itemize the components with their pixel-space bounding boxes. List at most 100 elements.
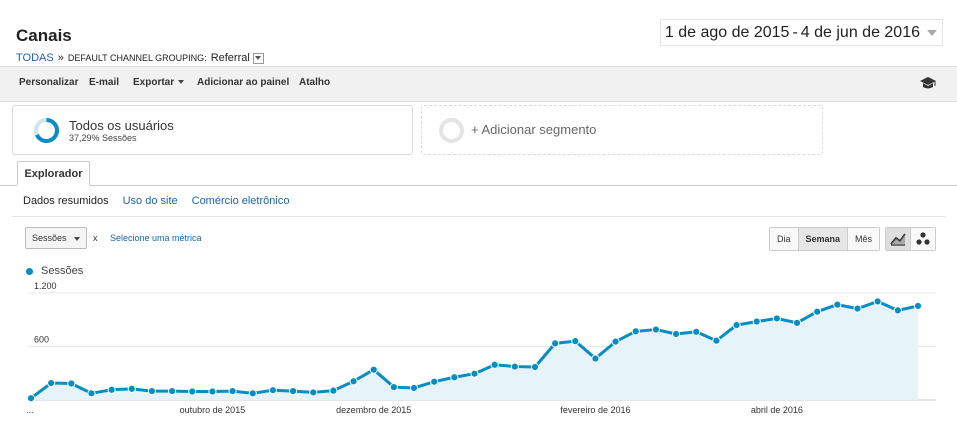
x-tick-label: abril de 2016 [751,405,803,415]
data-point [127,384,136,393]
date-start: 1 de ago de 2015 [664,23,790,41]
add-segment-label: + Adicionar segmento [471,122,597,137]
chevron-down-icon [927,30,937,36]
report-toolbar: Personalizar E-mail Exportar Adicionar a… [0,66,957,102]
data-point [510,362,519,371]
breadcrumb-separator: » [57,52,64,64]
chevron-down-icon[interactable] [252,52,264,64]
date-end: 4 de jun de 2016 [800,23,920,41]
export-button[interactable]: Exportar [133,77,185,88]
graduation-cap-icon[interactable] [919,76,937,90]
data-point [147,386,157,396]
data-point [671,329,681,339]
data-point [309,388,318,397]
customize-button[interactable]: Personalizar [19,77,78,88]
data-point [813,307,822,316]
y-tick-label: 600 [34,335,49,345]
data-point [248,389,257,398]
period-toggle: Dia Semana Mês [769,227,881,251]
data-point [168,386,177,396]
tab-explorer[interactable]: Explorador [17,161,90,186]
data-point [692,327,701,336]
data-point [490,360,499,369]
legend-series-dot [26,267,33,275]
date-separator: - [792,23,798,41]
subtab-summary[interactable]: Dados resumidos [23,195,109,207]
tab-divider [0,185,957,186]
data-point [288,386,298,396]
subtab-ecommerce[interactable]: Comércio eletrônico [192,195,290,207]
series-area [31,301,918,400]
data-point [389,382,398,392]
segment-name: Todos os usuários [69,118,174,133]
export-label: Exportar [133,77,175,88]
chevron-down-icon [178,80,185,85]
explorer-subtabs: Dados resumidos Uso do site Comércio ele… [23,195,289,207]
x-tick-label: fevereiro de 2016 [560,405,630,415]
data-point [409,383,419,393]
data-point [631,327,640,336]
y-tick-label: 1.200 [34,281,57,291]
data-point [893,306,902,315]
breadcrumb: TODAS » DEFAULT CHANNEL GROUPING: Referr… [16,52,264,64]
data-point [873,297,882,306]
remove-metric-button[interactable]: x [93,233,98,243]
data-point [853,304,862,313]
line-chart-icon [890,233,906,246]
metric-dropdown-value: Sessões [32,233,67,243]
shortcut-button[interactable]: Atalho [299,77,330,88]
chevron-down-icon [74,237,80,241]
data-point [530,362,540,372]
grouping-dropdown[interactable]: Referral [211,52,264,64]
grouping-value: Referral [210,52,250,64]
date-range-picker[interactable]: 1 de ago de 2015 - 4 de jun de 2016 [659,19,943,46]
chart-legend: Sessões [26,265,83,277]
x-tick-label: dezembro de 2015 [336,405,411,415]
data-point [450,373,459,382]
data-point [833,300,842,309]
segment-donut-icon [34,118,59,143]
data-point [772,314,781,323]
subtab-site-usage[interactable]: Uso do site [123,195,178,207]
data-point [551,339,560,348]
data-point [268,386,278,395]
line-chart-view-button[interactable] [886,228,911,250]
legend-series-label: Sessões [41,265,84,277]
data-point [26,394,36,403]
data-point [591,354,600,363]
x-tick-label: outubro de 2015 [180,405,246,415]
data-point [470,369,479,378]
active-segment-card[interactable]: Todos os usuários 37,29% Sessões [12,105,413,155]
data-point [430,377,439,386]
grouping-label: DEFAULT CHANNEL GROUPING: [67,53,207,63]
period-month-button[interactable]: Mês [848,228,880,250]
add-to-dashboard-button[interactable]: Adicionar ao painel [197,77,289,88]
data-point [611,337,620,346]
segment-percentage: 37,29% Sessões [69,133,137,143]
data-point [752,317,761,326]
data-point [712,336,721,345]
data-point [107,385,116,394]
data-point [792,318,802,327]
section-divider [12,216,945,217]
breadcrumb-root-link[interactable]: TODAS [16,52,54,64]
bubble-chart-icon [916,232,930,245]
period-week-button[interactable]: Semana [798,228,849,250]
empty-segment-ring-icon [439,118,464,143]
data-point [188,387,197,396]
data-point [913,301,923,311]
chart-view-toggle [885,227,936,251]
data-point [47,378,56,388]
data-point [571,337,580,346]
sessions-line-chart: 1.200 600... outubro de 2015 dezembro de 20… [26,281,936,415]
period-day-button[interactable]: Dia [770,228,799,250]
data-point [87,389,96,398]
data-point [651,325,661,334]
add-segment-card[interactable]: + Adicionar segmento [421,105,823,155]
metric-dropdown[interactable]: Sessões [25,227,87,249]
motion-chart-view-button[interactable] [911,228,935,250]
email-button[interactable]: E-mail [89,77,119,88]
page-title: Canais [16,26,72,45]
data-point [732,321,741,330]
select-metric-link[interactable]: Selecione uma métrica [110,233,202,243]
